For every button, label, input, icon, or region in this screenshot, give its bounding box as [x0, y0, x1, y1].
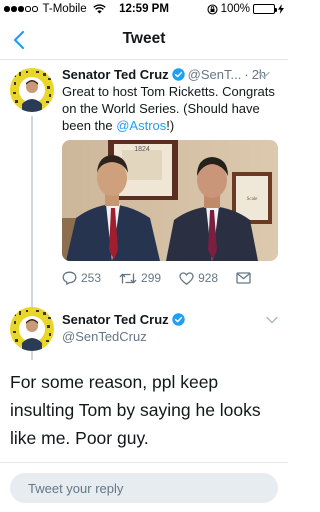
avatar[interactable] [10, 68, 54, 112]
author-handle[interactable]: @SenT... [188, 67, 242, 82]
photo-sign-text: 1824 [134, 146, 150, 153]
author-name[interactable]: Senator Ted Cruz [62, 312, 169, 327]
page-title: Tweet [122, 30, 166, 47]
tweet-text-part: !) [166, 118, 175, 133]
chevron-down-icon[interactable] [266, 316, 278, 324]
nav-bar: Tweet [0, 20, 288, 60]
tweet-text: For some reason, ppl keep insulting Tom … [10, 372, 261, 448]
tweet-photo[interactable]: 1824 Scale [62, 140, 278, 261]
tweet-reply[interactable]: Senator Ted Cruz @SenTedCruz For some re… [0, 300, 288, 470]
tweet-original[interactable]: Senator Ted Cruz @SenT... · 2h Great to … [0, 60, 288, 360]
reply-input[interactable]: Tweet your reply [10, 473, 278, 503]
battery-icon [253, 4, 277, 14]
avatar[interactable] [10, 307, 54, 351]
reply-icon [62, 271, 77, 285]
like-button[interactable]: 928 [179, 271, 218, 285]
chevron-down-icon[interactable] [258, 71, 270, 79]
separator-dot: · [244, 67, 249, 82]
tweet-actions: 253 299 928 [62, 271, 269, 285]
envelope-icon [236, 272, 251, 284]
divider [0, 462, 288, 463]
verified-badge-icon [171, 313, 185, 326]
retweet-icon [119, 272, 137, 284]
status-bar: T-Mobile 12:59 PM 100% [0, 0, 288, 20]
like-count: 928 [198, 271, 219, 285]
retweet-button[interactable]: 299 [119, 271, 161, 285]
photo-frame-text: Scale [247, 197, 259, 202]
reply-count: 253 [81, 271, 102, 285]
author-handle[interactable]: @SenTedCruz [62, 329, 147, 344]
status-right: 100% [207, 3, 284, 15]
tweet-header: Senator Ted Cruz @SenT... · 2h [62, 67, 280, 82]
battery-percent: 100% [220, 3, 250, 15]
author-name[interactable]: Senator Ted Cruz [62, 67, 169, 82]
verified-badge-icon [171, 68, 185, 81]
tweet-header: Senator Ted Cruz [62, 312, 188, 327]
heart-icon [179, 271, 194, 285]
reply-button[interactable]: 253 [62, 271, 101, 285]
tweet-text: Great to host Tom Ricketts. Congrats on … [62, 83, 284, 134]
retweet-count: 299 [141, 271, 162, 285]
charging-icon [278, 4, 284, 14]
mention-link[interactable]: @Astros [116, 118, 166, 133]
direct-message-button[interactable] [236, 272, 251, 284]
orientation-lock-icon [207, 3, 218, 15]
